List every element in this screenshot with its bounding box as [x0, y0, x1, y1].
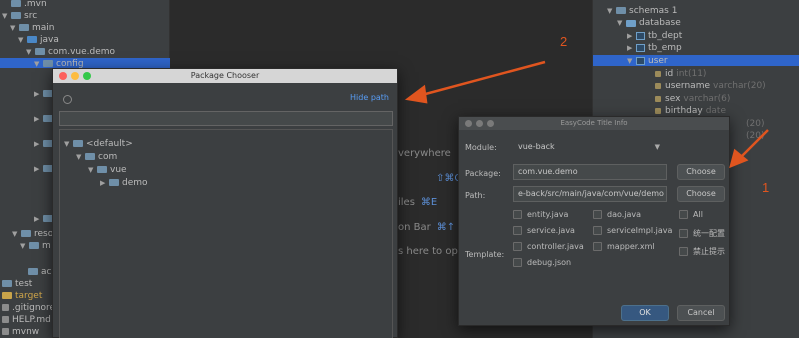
arrow-2-line: [417, 60, 546, 98]
annotation-arrows: [404, 60, 769, 169]
annotation-number-2: 2: [560, 34, 568, 49]
annotation-number-1: 1: [762, 180, 770, 195]
arrow-1-line: [737, 129, 769, 161]
arrow-2-head: [404, 84, 428, 104]
